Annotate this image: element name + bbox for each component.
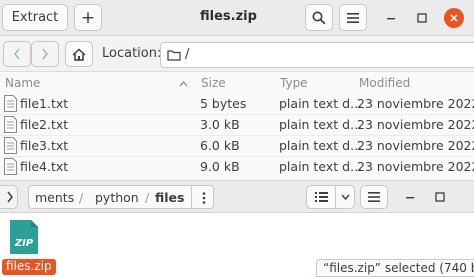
chevron-left-icon: [14, 48, 20, 60]
text-file-icon: [4, 137, 17, 154]
minimize-button[interactable]: [400, 187, 420, 207]
chevron-right-icon: [7, 191, 13, 203]
column-headers: Name Size Type Modified: [0, 76, 474, 92]
add-files-button[interactable]: +: [74, 4, 102, 31]
file-name: file4.txt: [20, 159, 69, 174]
location-entry[interactable]: /: [160, 42, 474, 68]
maximize-button[interactable]: [430, 187, 450, 207]
location-label: Location:: [102, 46, 162, 61]
file-name: file2.txt: [20, 117, 69, 132]
table-row[interactable]: file2.txt 3.0 kB plain text d… 23 noviem…: [0, 115, 474, 135]
file-type: plain text d…: [279, 96, 363, 111]
breadcrumb: ments / python / files: [28, 185, 214, 209]
file-modified: 23 noviembre 2022…: [357, 159, 474, 174]
file-name: file1.txt: [20, 96, 69, 111]
maximize-icon: [417, 13, 427, 23]
extract-label: Extract: [11, 10, 59, 25]
minimize-icon: [387, 18, 395, 20]
minimize-icon: [406, 197, 414, 199]
chevron-up-icon: [179, 81, 188, 87]
hamburger-icon: [347, 12, 359, 23]
back-button[interactable]: [0, 185, 18, 209]
file-type: plain text d…: [279, 138, 363, 153]
column-type[interactable]: Type: [280, 76, 308, 90]
window-title: files.zip: [200, 9, 257, 24]
table-row[interactable]: file1.txt 5 bytes plain text d… 23 novie…: [0, 94, 474, 114]
header-bar: Extract + files.zip: [0, 0, 474, 36]
zip-badge: ZIP: [14, 238, 34, 249]
vertical-dots-icon: [202, 192, 206, 204]
archive-manager-window: Extract + files.zip Location: / Name Siz…: [0, 0, 474, 181]
file-size: 5 bytes: [200, 96, 247, 111]
file-size: 6.0 kB: [200, 138, 240, 153]
extract-button[interactable]: Extract: [2, 4, 68, 31]
maximize-button[interactable]: [412, 8, 432, 28]
minimize-button[interactable]: [381, 8, 401, 28]
text-file-icon: [4, 158, 17, 175]
close-button[interactable]: [444, 8, 464, 28]
table-row[interactable]: file4.txt 9.0 kB plain text d… 23 noviem…: [0, 157, 474, 177]
hamburger-icon: [368, 192, 380, 202]
breadcrumb-item[interactable]: python: [95, 190, 139, 205]
list-view-icon: [314, 192, 328, 202]
file-size: 3.0 kB: [200, 117, 240, 132]
file-name: file3.txt: [20, 138, 69, 153]
text-file-icon: [4, 116, 17, 133]
home-button[interactable]: [65, 41, 93, 67]
breadcrumb-separator: /: [79, 190, 84, 205]
chevron-down-icon: [340, 194, 350, 200]
column-name[interactable]: Name: [5, 76, 40, 90]
close-icon: [450, 14, 458, 22]
menu-button[interactable]: [339, 4, 367, 31]
status-overlay: “files.zip” selected (740 byte: [316, 259, 474, 277]
file-modified: 23 noviembre 2022…: [357, 117, 474, 132]
folder-icon: [167, 50, 181, 61]
maximize-icon: [435, 192, 445, 202]
view-options-button[interactable]: [335, 185, 355, 209]
view-list-button[interactable]: [306, 185, 336, 209]
breadcrumb-item-current[interactable]: files: [155, 190, 184, 205]
file-manager-menu-button[interactable]: [360, 185, 388, 209]
forward-button[interactable]: [31, 41, 59, 67]
file-type: plain text d…: [279, 159, 363, 174]
table-row[interactable]: file3.txt 6.0 kB plain text d… 23 noviem…: [0, 136, 474, 156]
column-modified[interactable]: Modified: [359, 76, 410, 90]
chevron-right-icon: [42, 48, 48, 60]
breadcrumb-separator: /: [145, 190, 150, 205]
search-button[interactable]: [305, 4, 333, 31]
location-path: /: [185, 47, 190, 62]
breadcrumb-item[interactable]: ments: [35, 190, 74, 205]
selected-file-label[interactable]: files.zip: [2, 259, 56, 275]
search-icon: [312, 11, 326, 24]
home-icon: [72, 47, 86, 61]
back-button[interactable]: [3, 41, 31, 67]
zip-archive-icon[interactable]: ZIP: [9, 219, 39, 255]
column-size[interactable]: Size: [201, 76, 226, 90]
text-file-icon: [4, 95, 17, 112]
plus-icon: +: [80, 7, 96, 28]
file-size: 9.0 kB: [200, 159, 240, 174]
breadcrumb-menu-button[interactable]: [191, 186, 213, 208]
file-modified: 23 noviembre 2022…: [357, 96, 474, 111]
file-type: plain text d…: [279, 117, 363, 132]
file-modified: 23 noviembre 2022…: [357, 138, 474, 153]
file-manager-header-bar: ments / python / files: [0, 181, 474, 213]
